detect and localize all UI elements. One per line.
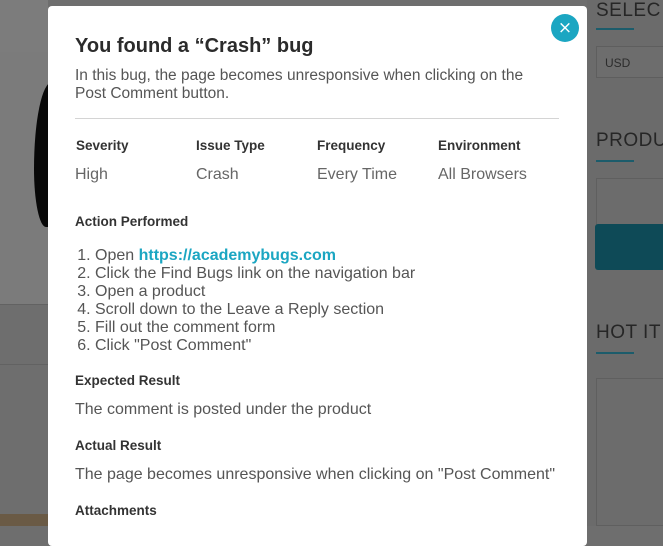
close-button[interactable]: ×: [551, 14, 579, 42]
close-icon: ×: [557, 18, 573, 38]
issue-type-label: Issue Type: [196, 138, 265, 153]
issue-type-value: Crash: [196, 166, 239, 183]
step-text: Open: [95, 247, 139, 264]
sidebar-heading-underline: [596, 352, 634, 354]
background-header-strip: [0, 0, 48, 52]
currency-select[interactable]: USD: [596, 46, 663, 78]
frequency-value: Every Time: [317, 166, 398, 183]
actual-result-text: The page becomes unresponsive when click…: [75, 466, 556, 483]
sidebar-product-button[interactable]: [595, 224, 663, 270]
background-divider: [0, 364, 48, 365]
sidebar-select-heading: SELEC: [596, 0, 661, 21]
environment-label: Environment: [438, 138, 521, 153]
attachments-heading: Attachments: [75, 503, 157, 518]
modal-divider: [75, 118, 559, 119]
sidebar-products-heading: PRODU: [596, 130, 663, 151]
severity-value: High: [75, 166, 108, 183]
background-divider: [0, 304, 48, 305]
modal-description: In this bug, the page becomes unresponsi…: [75, 67, 524, 102]
steps-list: Open https://academybugs.com Click the F…: [77, 247, 415, 355]
step-item: Click "Post Comment": [95, 337, 415, 355]
step-item: Scroll down to the Leave a Reply section: [95, 301, 415, 319]
severity-label: Severity: [76, 138, 129, 153]
step-item: Open a product: [95, 283, 415, 301]
frequency-label: Frequency: [317, 138, 386, 153]
actual-result-heading: Actual Result: [75, 438, 162, 453]
action-performed-heading: Action Performed: [75, 214, 189, 229]
step-item: Fill out the comment form: [95, 319, 415, 337]
modal-title: You found a “Crash” bug: [75, 35, 314, 57]
expected-result-text: The comment is posted under the product: [75, 401, 372, 418]
bug-modal: You found a “Crash” bug In this bug, the…: [48, 6, 587, 546]
background-footer-image: [0, 514, 48, 526]
step-item: Click the Find Bugs link on the navigati…: [95, 265, 415, 283]
sidebar-hot-items-heading: HOT IT: [596, 322, 661, 343]
sidebar-product-box: [596, 178, 663, 226]
step-item: Open https://academybugs.com: [95, 247, 415, 265]
expected-result-heading: Expected Result: [75, 373, 181, 388]
sidebar-heading-underline: [596, 28, 634, 30]
sidebar-hot-item-box: [596, 378, 663, 526]
environment-value: All Browsers: [438, 166, 527, 183]
sidebar-heading-underline: [596, 160, 634, 162]
academybugs-link[interactable]: https://academybugs.com: [139, 247, 336, 264]
